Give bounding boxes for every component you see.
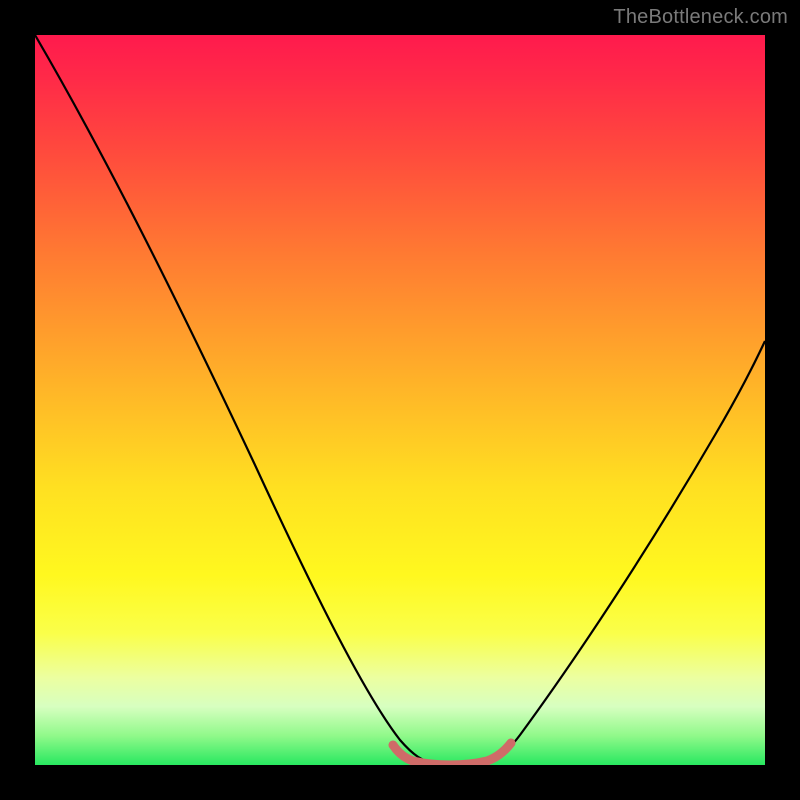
chart-frame: TheBottleneck.com — [0, 0, 800, 800]
curve-layer — [35, 35, 765, 765]
optimal-zone-path — [393, 743, 511, 765]
watermark-text: TheBottleneck.com — [613, 6, 788, 29]
plot-area — [35, 35, 765, 765]
bottleneck-curve-path — [35, 35, 765, 763]
